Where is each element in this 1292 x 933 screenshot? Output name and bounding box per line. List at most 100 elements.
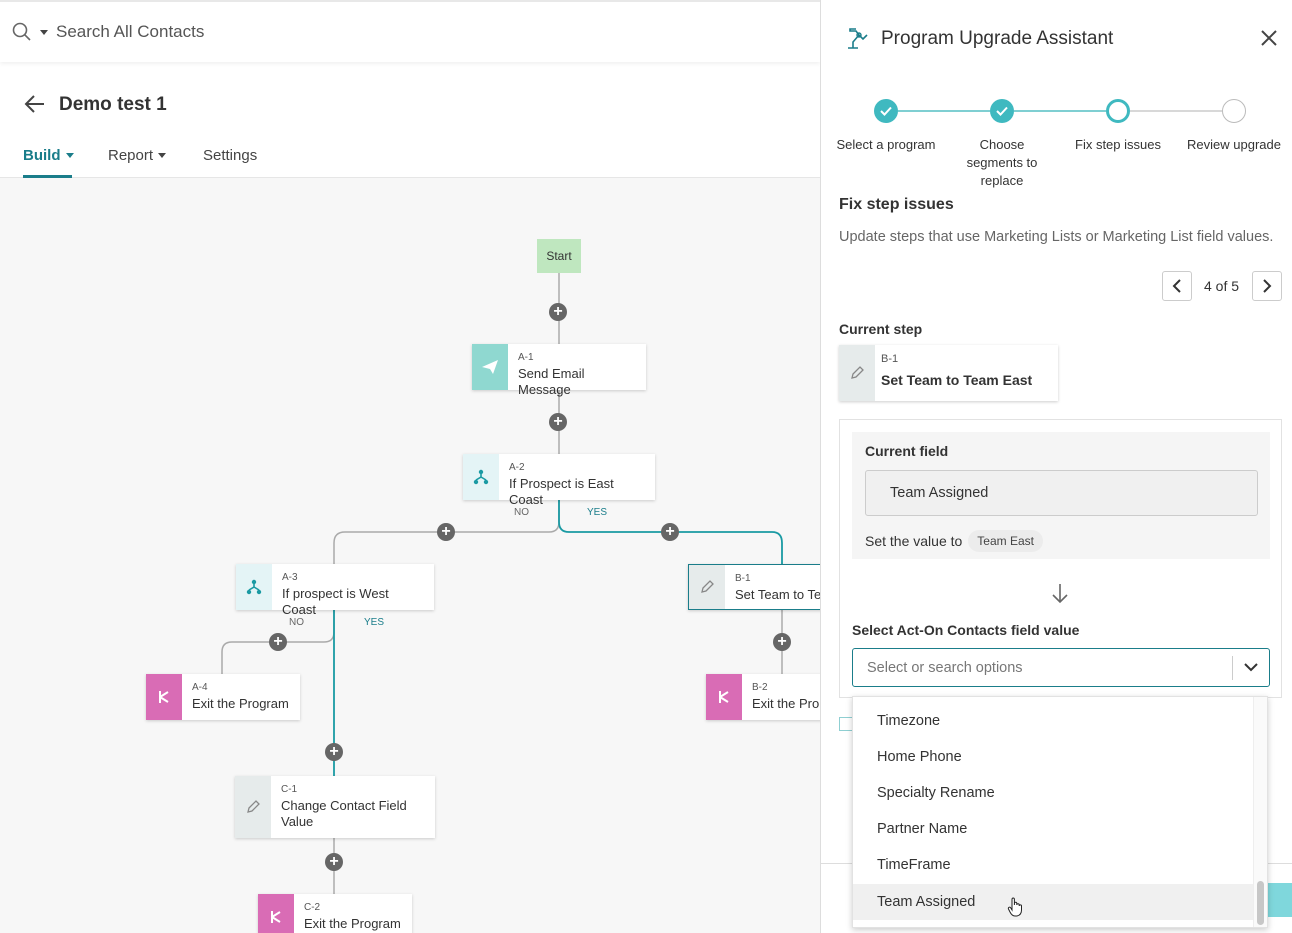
step-dot-review: [1222, 99, 1246, 123]
dropdown-scrollbar[interactable]: [1253, 697, 1267, 927]
pencil-icon: [235, 776, 271, 838]
node-label: Exit the Pro: [752, 696, 820, 711]
start-node[interactable]: Start: [537, 239, 581, 273]
stepper-connector: [898, 110, 990, 112]
dropdown-option-highlighted[interactable]: Team Assigned: [853, 884, 1253, 920]
branch-no-label: NO: [289, 617, 304, 628]
step-node-b2[interactable]: B-2 Exit the Pro: [706, 674, 820, 720]
step-node-a4[interactable]: A-4 Exit the Program: [146, 674, 300, 720]
dropdown-option[interactable]: Partner Name: [853, 811, 1253, 847]
node-id: A-3: [282, 572, 298, 583]
select-field-label: Select Act-On Contacts field value: [852, 622, 1080, 638]
step-label: Fix step issues: [1075, 137, 1161, 152]
node-label: Set Team to Te: [735, 587, 820, 602]
check-icon: [996, 106, 1008, 116]
dropdown-option[interactable]: Specialty Rename: [853, 775, 1253, 811]
stepper-connector: [1014, 110, 1106, 112]
program-canvas[interactable]: Start + + + + + + + + NO YES NO YES A-1 S…: [0, 178, 820, 933]
node-id: A-2: [509, 462, 525, 473]
scrollbar-thumb[interactable]: [1257, 881, 1264, 925]
dropdown-option[interactable]: Home Phone: [853, 739, 1253, 775]
add-step-plus-icon[interactable]: +: [773, 633, 791, 651]
field-value-search-input[interactable]: [853, 659, 1232, 676]
tab-settings[interactable]: Settings: [203, 147, 257, 164]
step-node-a3[interactable]: A-3 If prospect is West Coast: [236, 564, 434, 617]
add-step-plus-icon[interactable]: +: [549, 413, 567, 431]
chevron-down-icon: [65, 153, 74, 158]
branch-icon: [236, 564, 272, 610]
step-node-c1[interactable]: C-1 Change Contact Field Value: [235, 776, 435, 838]
section-title: Fix step issues: [839, 196, 954, 213]
next-step-button[interactable]: [1252, 271, 1282, 301]
field-value-select[interactable]: [852, 648, 1270, 687]
tab-build[interactable]: Build: [23, 147, 74, 164]
stepper-connector: [1130, 110, 1222, 112]
add-step-plus-icon[interactable]: +: [437, 523, 455, 541]
step-node-c2[interactable]: C-2 Exit the Program: [258, 894, 412, 933]
node-label: Exit the Program: [304, 916, 401, 931]
field-value-dropdown: Timezone Home Phone Specialty Rename Par…: [852, 696, 1268, 928]
field-mapping-box: Current field Team Assigned Set the valu…: [839, 419, 1282, 698]
dropdown-option[interactable]: TimeFrame: [853, 847, 1253, 883]
step-dot-select-program[interactable]: [874, 99, 898, 123]
section-description: Update steps that use Marketing Lists or…: [839, 229, 1274, 245]
page-title: Demo test 1: [59, 94, 167, 115]
chevron-down-icon: [158, 153, 167, 158]
tab-report-label: Report: [108, 147, 154, 164]
back-arrow-icon[interactable]: [24, 95, 46, 113]
current-step-card: B-1 Set Team to Team East: [839, 345, 1058, 401]
close-icon[interactable]: [1259, 28, 1279, 48]
exit-icon: [258, 894, 294, 933]
node-id: A-1: [518, 352, 534, 363]
add-step-plus-icon[interactable]: +: [549, 303, 567, 321]
search-icon[interactable]: [12, 22, 32, 42]
step-node-a2[interactable]: A-2 If Prospect is East Coast: [463, 454, 655, 507]
branch-yes-label: YES: [364, 617, 385, 628]
program-header: Demo test 1 Build Report Settings: [0, 62, 820, 178]
branch-yes-label: YES: [587, 507, 608, 518]
footer-primary-button[interactable]: [1265, 883, 1292, 917]
pencil-icon: [839, 345, 875, 401]
chevron-down-icon[interactable]: [1233, 663, 1269, 672]
node-label: Change Contact Field Value: [281, 798, 407, 829]
current-step-label: Set Team to Team East: [881, 372, 1033, 388]
step-node-a1[interactable]: A-1 Send Email Message: [472, 344, 646, 397]
chevron-right-icon: [1263, 279, 1272, 293]
step-node-b1[interactable]: B-1 Set Team to Te: [688, 564, 820, 610]
node-id: B-2: [752, 682, 768, 693]
add-step-plus-icon[interactable]: +: [325, 853, 343, 871]
add-step-plus-icon[interactable]: +: [661, 523, 679, 541]
pager-count: 4 of 5: [1204, 278, 1240, 294]
node-id: B-1: [735, 573, 751, 584]
prev-step-button[interactable]: [1162, 271, 1192, 301]
arrow-down-icon: [1052, 584, 1068, 604]
pencil-icon: [689, 565, 725, 609]
step-dot-fix-issues[interactable]: [1106, 99, 1130, 123]
tab-report[interactable]: Report: [108, 147, 167, 164]
current-field-label: Current field: [865, 443, 949, 459]
active-tab-indicator: [23, 175, 72, 178]
search-input[interactable]: [56, 22, 456, 42]
step-label: Review upgrade: [1187, 137, 1281, 152]
checkbox[interactable]: [839, 717, 853, 731]
add-step-plus-icon[interactable]: +: [269, 633, 287, 651]
step-dot-choose-segments[interactable]: [990, 99, 1014, 123]
tab-settings-label: Settings: [203, 147, 258, 164]
paper-plane-icon: [472, 344, 508, 390]
chevron-left-icon: [1172, 279, 1181, 293]
step-label: Select a program: [836, 137, 936, 152]
upgrade-assistant-panel: Program Upgrade Assistant Select a progr…: [820, 0, 1292, 933]
global-search-bar: [0, 0, 820, 62]
node-label: Send Email Message: [518, 366, 585, 397]
step-label: Choose segments to replace: [966, 137, 1038, 188]
search-scope-caret-icon[interactable]: [40, 29, 48, 35]
check-icon: [880, 106, 892, 116]
panel-title: Program Upgrade Assistant: [881, 28, 1114, 49]
branch-icon: [463, 454, 499, 500]
node-id: C-2: [304, 902, 321, 913]
add-step-plus-icon[interactable]: +: [325, 743, 343, 761]
set-value-row: Set the value to Team East: [865, 530, 1043, 552]
dropdown-option[interactable]: Timezone: [853, 703, 1253, 739]
current-step-id: B-1: [881, 353, 899, 365]
branch-no-label: NO: [514, 507, 529, 518]
